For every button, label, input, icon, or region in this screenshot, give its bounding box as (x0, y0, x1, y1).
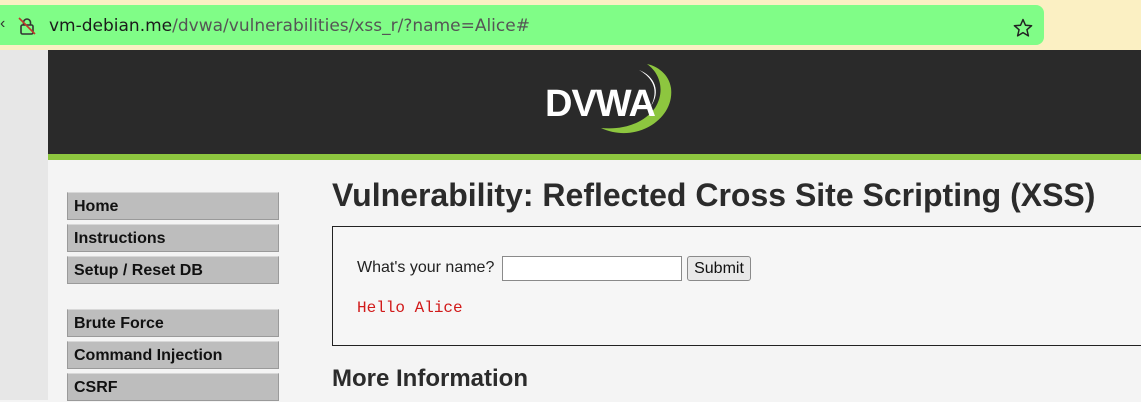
vulnerable-code-area (332, 226, 1141, 346)
url-text[interactable]: vm-debian.me/dvwa/vulnerabilities/xss_r/… (49, 15, 530, 37)
star-icon[interactable] (1012, 17, 1034, 39)
url-host: vm-debian.me (49, 16, 173, 36)
more-information-heading: More Information (332, 365, 528, 392)
menu-item-home[interactable]: Home (67, 192, 279, 220)
menu-item-brute-force[interactable]: Brute Force (67, 309, 279, 337)
lock-icon[interactable] (17, 16, 37, 36)
xss-output: Hello Alice (357, 299, 463, 317)
address-bar[interactable]: ‹ vm-debian.me/dvwa/vulnerabilities/xss_… (0, 5, 1044, 45)
page-title: Vulnerability: Reflected Cross Site Scri… (332, 177, 1096, 213)
logo-text: DVWA (545, 83, 656, 125)
submit-button[interactable]: Submit (687, 256, 751, 281)
chevron-left-icon[interactable]: ‹ (0, 15, 6, 33)
menu-item-csrf[interactable]: CSRF (67, 373, 279, 401)
menu-item-instructions[interactable]: Instructions (67, 224, 279, 252)
name-label: What's your name? (357, 259, 495, 276)
dvwa-logo[interactable]: DVWA (543, 62, 679, 142)
browser-side-strip (0, 50, 48, 400)
name-input[interactable] (502, 256, 682, 281)
url-path: /dvwa/vulnerabilities/xss_r/?name=Alice# (172, 16, 530, 36)
menu-item-command-injection[interactable]: Command Injection (67, 341, 279, 369)
menu-item-setup-reset-db[interactable]: Setup / Reset DB (67, 256, 279, 284)
